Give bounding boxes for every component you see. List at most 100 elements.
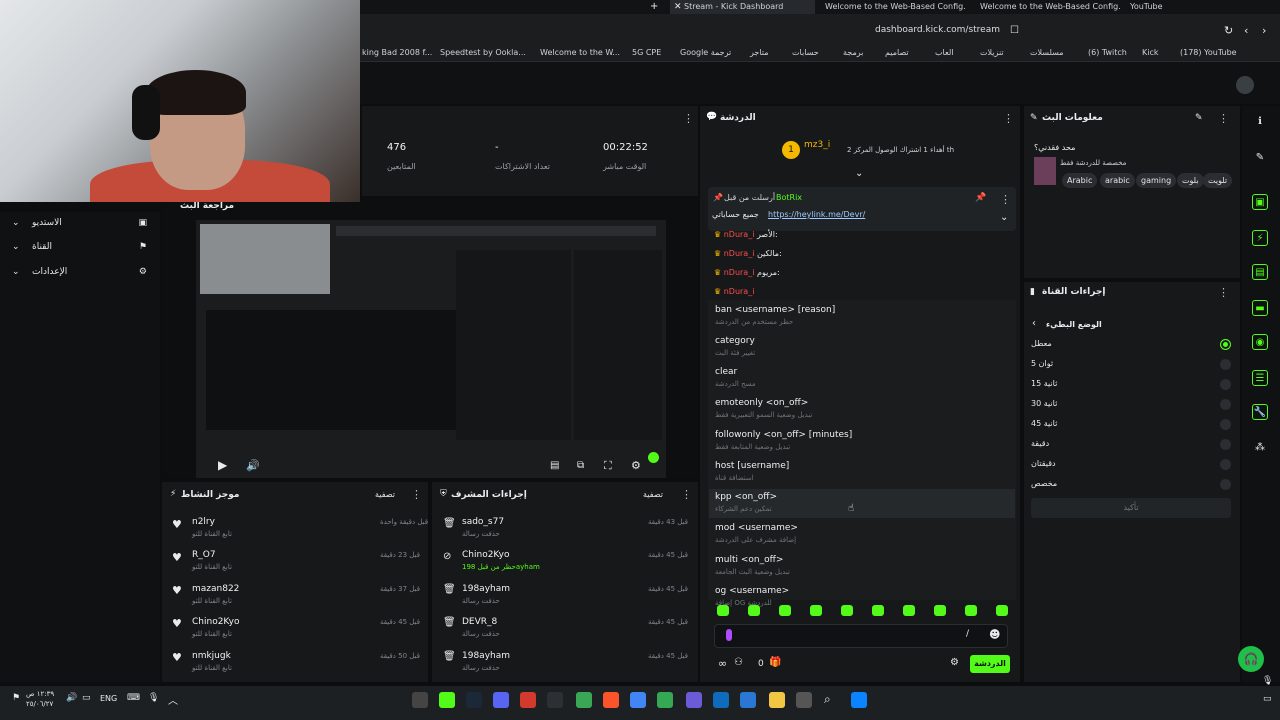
bookmark-twitch[interactable]: (6) Twitch [1088,45,1127,61]
edge-icon[interactable] [740,692,756,708]
mode-option[interactable]: دقيقة [1031,434,1231,454]
nav-studio[interactable]: ⌄ الاستديو ▣ [8,213,153,233]
command-clear[interactable]: clear مسح الدردشة [715,367,1010,397]
brave-icon[interactable] [603,692,619,708]
mod-target-user[interactable]: DEVR_8 [462,617,497,627]
tag[interactable]: بلوت [1177,173,1204,188]
top-gifter-name[interactable]: mz3_i [804,140,830,150]
bookmark-games[interactable]: العاب [935,45,954,61]
bookmark-5g-cpe[interactable]: 5G CPE [632,45,661,61]
users-icon[interactable]: ⚇ [734,657,743,668]
gift-icon[interactable]: 🎁 [769,657,781,668]
send-chat-button[interactable]: الدردشة [970,655,1010,673]
app-icon[interactable] [547,692,563,708]
game-app-icon[interactable] [520,692,536,708]
language-indicator[interactable]: ENG [100,694,117,703]
bookmark-speedtest[interactable]: Speedtest by Ookla... [440,45,526,61]
mod-filter-button[interactable]: تصفية [643,490,663,499]
chevron-left-icon[interactable]: ‹ [1032,318,1036,329]
wrench-icon[interactable]: 🔧 [1252,404,1268,420]
emote-icon[interactable] [934,605,946,616]
notification-icon[interactable]: ⚑ [12,693,20,703]
nav-settings[interactable]: ⌄ الإعدادات ⚙ [8,262,153,282]
mod-target-user[interactable]: sado_s77 [462,517,504,527]
url-field[interactable]: dashboard.kick.com/stream [800,20,1000,40]
chat-menu-icon[interactable]: ⋮ [1003,112,1014,125]
chrome-icon[interactable] [630,692,646,708]
search-icon[interactable]: ⌕ [824,692,831,707]
command-multi[interactable]: multi <on_off> تبديل وضعية البث الجامعة [715,555,1010,585]
command-followonly[interactable]: followonly <on_off> [minutes] تبديل وضعية… [715,430,1010,460]
edit-icon[interactable]: ✎ [1195,113,1203,123]
back-icon[interactable]: ‹ [1244,24,1248,37]
confirm-button[interactable]: تأكيد [1031,498,1231,518]
emote-icon[interactable] [872,605,884,616]
tab-config-1[interactable]: Welcome to the Web-Based Config... [980,0,1120,14]
tag[interactable]: تلويت [1203,173,1233,188]
emote-icon[interactable] [748,605,760,616]
activity-user[interactable]: mazan822 [192,584,239,594]
pinned-menu-icon[interactable]: ⋮ [1000,193,1011,206]
mic-icon[interactable]: 🎙 [148,693,159,703]
bookmark-accounts[interactable]: حسابات [792,45,819,61]
tag[interactable]: gaming [1136,173,1177,188]
unpin-icon[interactable]: 📌 [975,193,986,203]
command-kpp[interactable]: kpp <on_off> تمكين دعم الشركاء [715,492,1010,522]
file-explorer-icon[interactable] [769,692,785,708]
app-icon[interactable] [686,692,702,708]
chat-input[interactable] [714,624,1008,648]
emoji-icon[interactable]: ☻ [989,628,1000,641]
mode-option[interactable]: ثانية 15 [1031,374,1231,394]
studio-icon[interactable]: ▣ [1252,194,1268,210]
chat-input-value[interactable]: / [966,629,969,639]
pip-icon[interactable]: ⧉ [577,460,584,471]
new-tab-icon[interactable]: + [650,0,658,14]
xbox-icon[interactable] [576,692,592,708]
steam-icon[interactable] [466,692,482,708]
volume-icon[interactable]: 🔊 [246,459,260,472]
activity-user[interactable]: Chino2Kyo [192,617,240,627]
kick-app-icon[interactable] [439,692,455,708]
bookmark-welcome[interactable]: Welcome to the W... [540,45,620,61]
emote-icon[interactable] [965,605,977,616]
edit-icon[interactable]: ✎ [1252,150,1268,166]
volume-icon[interactable]: 🔊 [66,693,77,703]
chevron-down-icon[interactable]: ⌄ [855,168,863,179]
tag[interactable]: Arabic [1062,173,1098,188]
chevron-up-icon[interactable]: ︿ [168,692,178,707]
fullscreen-icon[interactable]: ⛶ [604,459,612,473]
keyboard-icon[interactable]: ⌨ [127,693,140,703]
activity-user[interactable]: R_O7 [192,550,216,560]
mode-option[interactable]: دقيقتان [1031,454,1231,474]
network-icon[interactable]: ▭ [82,693,91,703]
bookmark-programming[interactable]: برمجة [843,45,863,61]
forward-icon[interactable]: › [1262,24,1266,37]
emote-icon[interactable] [996,605,1008,616]
mic-icon[interactable]: 🎙 [1262,676,1273,686]
command-emoteonly[interactable]: emoteonly <on_off> تبديل وضعية السمو التع… [715,398,1010,428]
mode-option[interactable]: مخصص [1031,474,1231,494]
tab-config-2[interactable]: Welcome to the Web-Based Config... [825,0,965,14]
broadcast-icon[interactable]: ◉ [1252,334,1268,350]
activity-user[interactable]: n2lry [192,517,215,527]
mod-menu-icon[interactable]: ⋮ [681,488,692,501]
activity-filter-button[interactable]: تصفية [375,490,395,499]
bookmark-google-translate[interactable]: Google ترجمة [680,45,731,61]
mode-option[interactable]: معطل [1031,334,1231,354]
bookmark-downloads[interactable]: تنزيلات [980,45,1004,61]
discord-icon[interactable] [493,692,509,708]
document-icon[interactable]: ▤ [1252,264,1268,280]
chevron-down-icon[interactable]: ⌄ [1000,212,1008,223]
tab-youtube[interactable]: YouTube [1130,0,1200,14]
tray-icon[interactable]: ▭ [1263,694,1272,704]
emote-icon[interactable] [717,605,729,616]
apps-icon[interactable]: ⁂ [1252,440,1268,456]
command-host[interactable]: host [username] استضافة قناة [715,461,1010,491]
stats-menu-icon[interactable]: ⋮ [683,112,694,125]
nav-channel[interactable]: ⌄ القناة ⚑ [8,237,153,257]
activity-menu-icon[interactable]: ⋮ [411,488,422,501]
mod-target-user[interactable]: Chino2Kyo [462,550,510,560]
tag[interactable]: arabic [1100,173,1135,188]
emote-icon[interactable] [810,605,822,616]
list-icon[interactable]: ☰ [1252,370,1268,386]
